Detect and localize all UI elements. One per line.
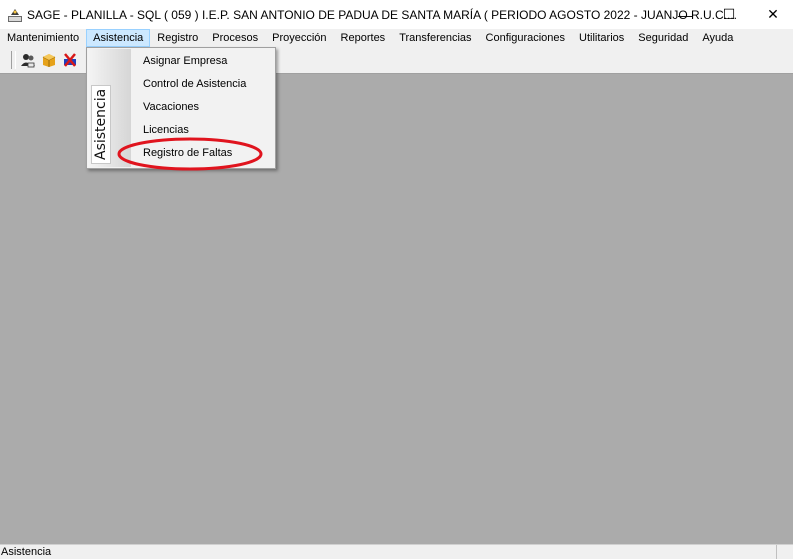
menu-item-vacaciones[interactable]: Vacaciones bbox=[143, 97, 199, 117]
menu-registro[interactable]: Registro bbox=[150, 29, 205, 47]
menu-configuraciones[interactable]: Configuraciones bbox=[479, 29, 573, 47]
menu-seguridad[interactable]: Seguridad bbox=[631, 29, 695, 47]
app-icon bbox=[7, 7, 23, 23]
app-window: SAGE - PLANILLA - SQL ( 059 ) I.E.P. SAN… bbox=[0, 0, 793, 559]
menu-asistencia[interactable]: Asistencia bbox=[86, 29, 151, 47]
users-icon[interactable] bbox=[20, 52, 36, 68]
window-title: SAGE - PLANILLA - SQL ( 059 ) I.E.P. SAN… bbox=[27, 7, 737, 22]
toolbar-grip[interactable] bbox=[11, 51, 16, 69]
minimize-icon: — bbox=[678, 6, 692, 23]
menu-transferencias[interactable]: Transferencias bbox=[392, 29, 478, 47]
asistencia-dropdown: Asistencia Asignar Empresa Control de As… bbox=[86, 47, 276, 169]
menu-proyeccion[interactable]: Proyección bbox=[265, 29, 333, 47]
title-bar: SAGE - PLANILLA - SQL ( 059 ) I.E.P. SAN… bbox=[0, 0, 793, 29]
menu-item-asignar-empresa[interactable]: Asignar Empresa bbox=[143, 51, 227, 71]
dropdown-banner-label: Asistencia bbox=[91, 84, 111, 164]
menu-utilitarios[interactable]: Utilitarios bbox=[572, 29, 631, 47]
status-panel bbox=[776, 545, 793, 559]
menu-item-control-asistencia[interactable]: Control de Asistencia bbox=[143, 74, 246, 94]
menu-mantenimiento[interactable]: Mantenimiento bbox=[0, 29, 86, 47]
box-icon[interactable] bbox=[41, 52, 57, 68]
close-button[interactable]: ✕ bbox=[751, 0, 793, 29]
dropdown-side-banner: Asistencia bbox=[88, 49, 131, 167]
maximize-icon: ☐ bbox=[722, 6, 736, 22]
menu-procesos[interactable]: Procesos bbox=[205, 29, 265, 47]
close-icon: ✕ bbox=[767, 6, 779, 22]
menu-reportes[interactable]: Reportes bbox=[334, 29, 393, 47]
exit-icon[interactable] bbox=[62, 52, 78, 68]
menu-bar: Mantenimiento Asistencia Registro Proces… bbox=[0, 29, 793, 47]
menu-item-licencias[interactable]: Licencias bbox=[143, 120, 189, 140]
status-bar: Asistencia bbox=[0, 544, 793, 559]
menu-item-registro-faltas[interactable]: Registro de Faltas bbox=[143, 143, 232, 163]
status-text: Asistencia bbox=[1, 546, 52, 558]
minimize-button[interactable]: — bbox=[663, 0, 707, 29]
maximize-button[interactable]: ☐ bbox=[707, 0, 751, 29]
menu-ayuda[interactable]: Ayuda bbox=[695, 29, 740, 47]
